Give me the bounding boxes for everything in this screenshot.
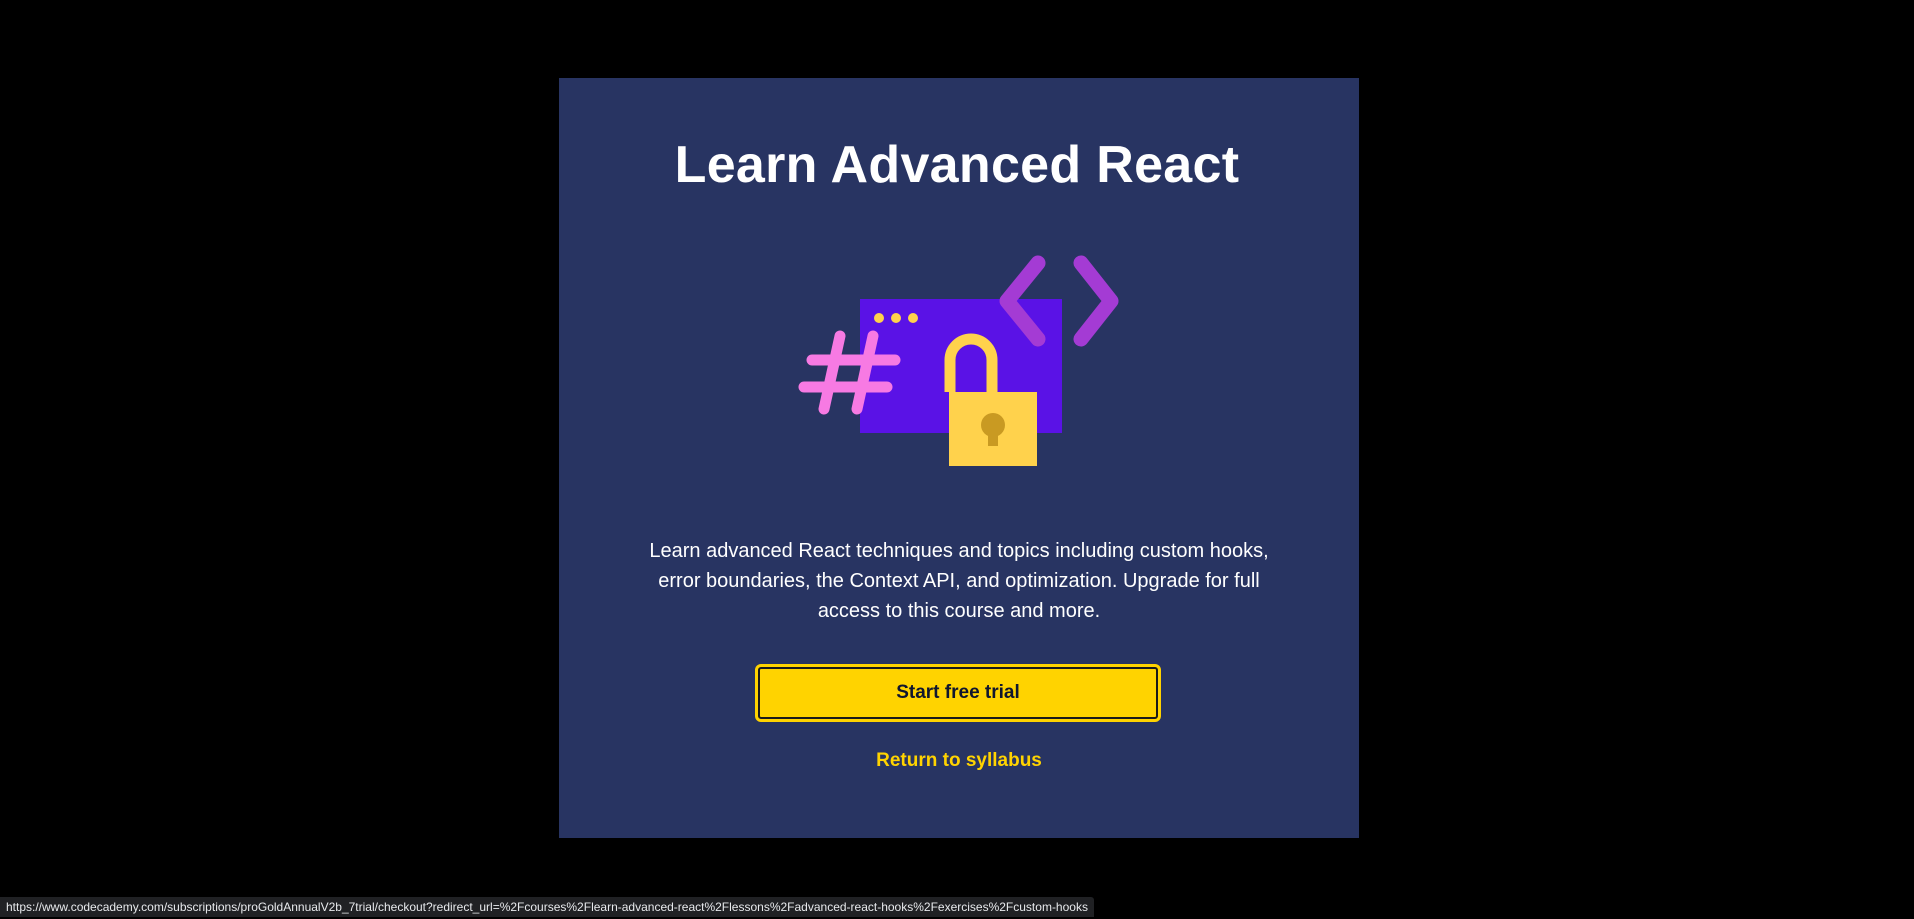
chevron-right-icon xyxy=(1073,255,1119,347)
window-dot xyxy=(908,313,918,323)
window-dot xyxy=(891,313,901,323)
return-to-syllabus-link[interactable]: Return to syllabus xyxy=(759,746,1159,776)
link-status-bar: https://www.codecademy.com/subscriptions… xyxy=(0,897,1094,917)
course-description: Learn advanced React techniques and topi… xyxy=(649,540,1269,622)
start-free-trial-button[interactable]: Start free trial xyxy=(755,664,1161,722)
code-lock-illustration xyxy=(798,255,1119,466)
window-dot xyxy=(874,313,884,323)
modal-title: Learn Advanced React xyxy=(674,136,1240,194)
